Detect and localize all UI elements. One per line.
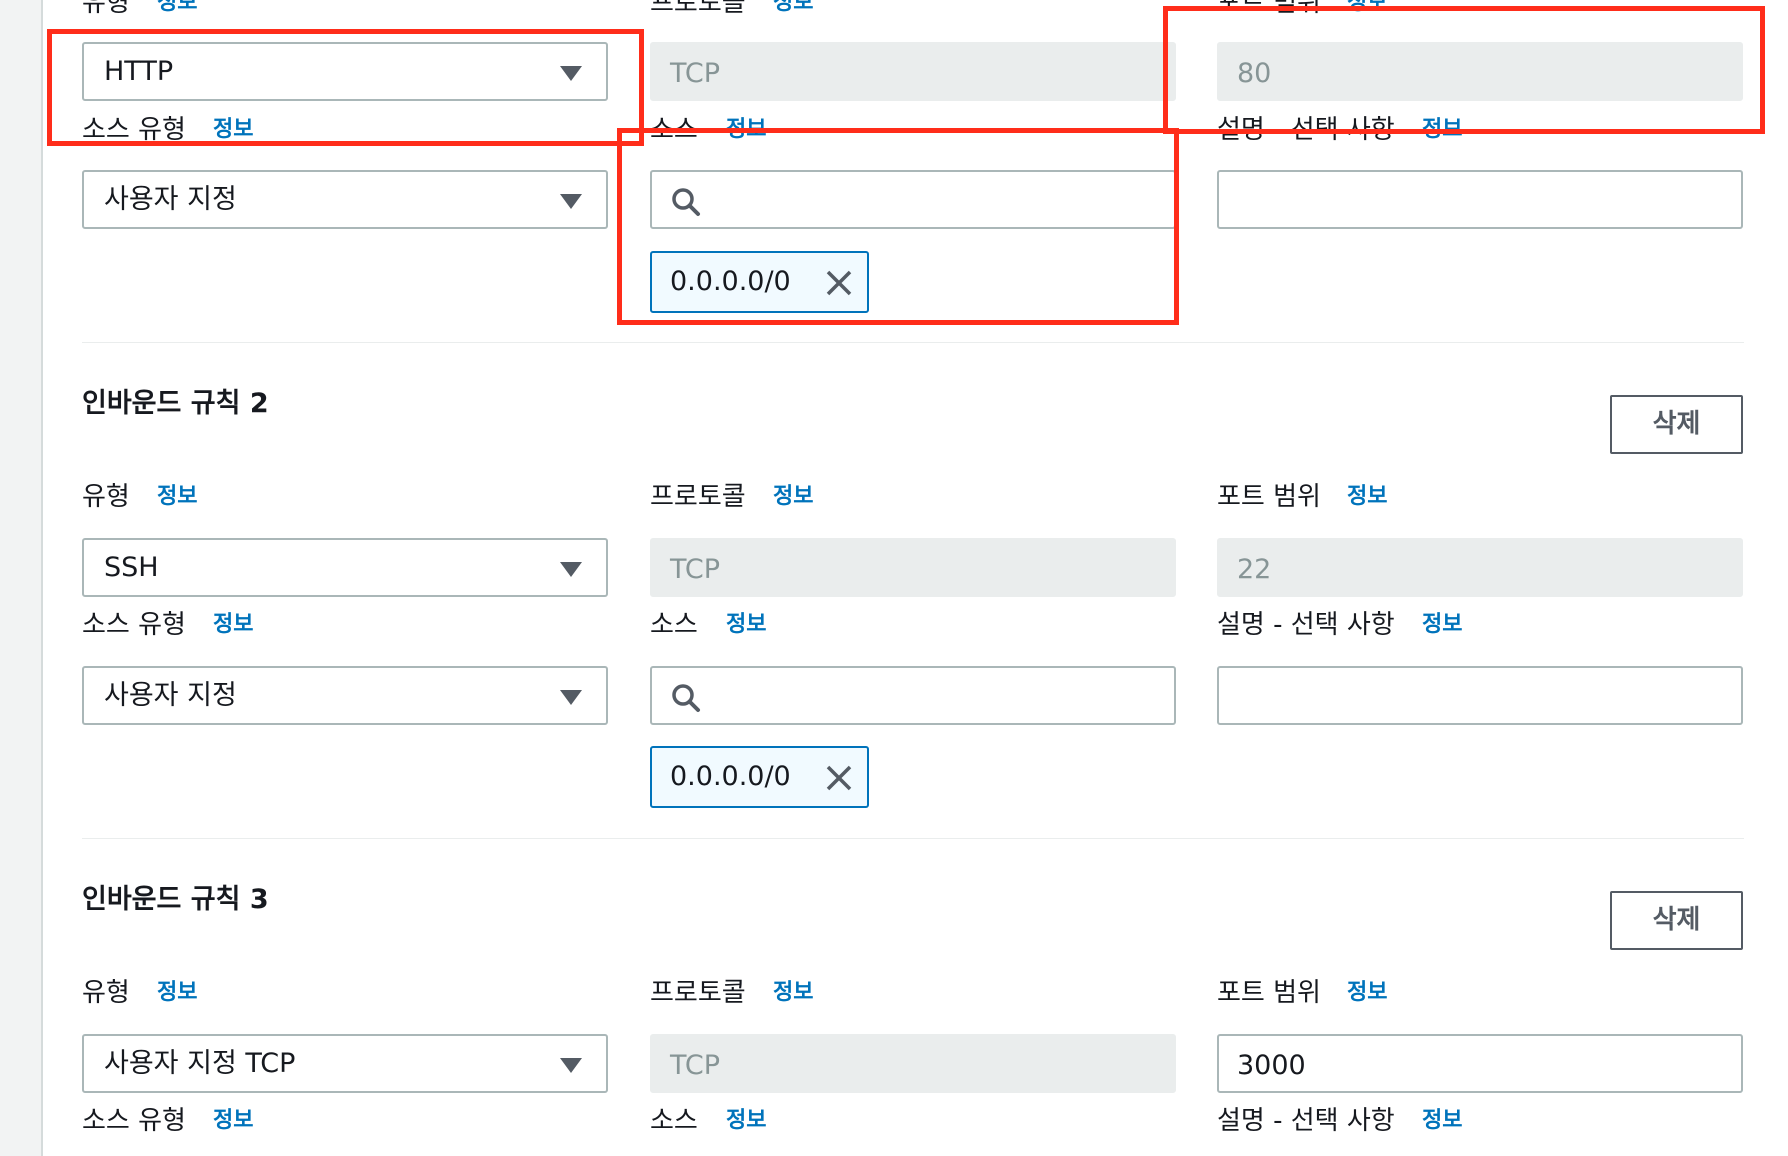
close-icon[interactable] bbox=[825, 764, 853, 792]
description-info-link[interactable]: 정보 bbox=[1422, 1106, 1462, 1136]
rule-title: 인바운드 규칙 2 bbox=[82, 388, 269, 419]
protocol-field: TCP bbox=[650, 1034, 1176, 1093]
protocol-label: 프로토콜 bbox=[650, 0, 746, 18]
protocol-label: 프로토콜 bbox=[650, 482, 746, 512]
description-label: 설명 - 선택 사항 bbox=[1217, 610, 1395, 640]
type-label: 유형 bbox=[82, 482, 130, 512]
port-range-label: 포트 범위 bbox=[1217, 482, 1321, 512]
protocol-value: TCP bbox=[670, 58, 721, 89]
port-range-input[interactable]: 3000 bbox=[1217, 1034, 1743, 1093]
source-token-value: 0.0.0.0/0 bbox=[670, 266, 791, 297]
protocol-info-link[interactable]: 정보 bbox=[773, 0, 813, 18]
type-select[interactable]: HTTP bbox=[82, 42, 608, 101]
caret-down-icon bbox=[560, 690, 582, 705]
source-type-label: 소스 유형 bbox=[82, 1106, 186, 1136]
type-select-value: 사용자 지정 TCP bbox=[104, 1048, 296, 1079]
caret-down-icon bbox=[560, 1058, 582, 1073]
caret-down-icon bbox=[560, 66, 582, 81]
source-search-input[interactable] bbox=[650, 170, 1176, 229]
description-input[interactable] bbox=[1217, 666, 1743, 725]
description-info-link[interactable]: 정보 bbox=[1422, 610, 1462, 640]
rule-title: 인바운드 규칙 3 bbox=[82, 884, 269, 915]
protocol-field: TCP bbox=[650, 538, 1176, 597]
port-range-label: 포트 범위 bbox=[1217, 0, 1321, 18]
source-type-select-value: 사용자 지정 bbox=[104, 184, 237, 215]
source-label: 소스 bbox=[650, 115, 698, 145]
description-label: 설명 - 선택 사항 bbox=[1217, 115, 1395, 145]
close-icon[interactable] bbox=[825, 269, 853, 297]
type-label: 유형 bbox=[82, 0, 130, 18]
delete-rule-button[interactable]: 삭제 bbox=[1610, 891, 1743, 950]
type-select-value: SSH bbox=[104, 552, 159, 583]
search-icon bbox=[672, 188, 700, 216]
source-token-value: 0.0.0.0/0 bbox=[670, 761, 791, 792]
source-info-link[interactable]: 정보 bbox=[726, 610, 766, 640]
protocol-label: 프로토콜 bbox=[650, 978, 746, 1008]
source-type-info-link[interactable]: 정보 bbox=[213, 1106, 253, 1136]
description-input[interactable] bbox=[1217, 170, 1743, 229]
type-info-link[interactable]: 정보 bbox=[157, 482, 197, 512]
port-range-value: 80 bbox=[1237, 58, 1272, 89]
protocol-value: TCP bbox=[670, 1050, 721, 1081]
caret-down-icon bbox=[560, 194, 582, 209]
port-range-info-link[interactable]: 정보 bbox=[1347, 0, 1387, 18]
port-range-field: 80 bbox=[1217, 42, 1743, 101]
protocol-info-link[interactable]: 정보 bbox=[773, 978, 813, 1008]
type-info-link[interactable]: 정보 bbox=[157, 978, 197, 1008]
source-type-select[interactable]: 사용자 지정 bbox=[82, 666, 608, 725]
source-search-input[interactable] bbox=[650, 666, 1176, 725]
type-info-link[interactable]: 정보 bbox=[157, 0, 197, 18]
source-type-info-link[interactable]: 정보 bbox=[213, 115, 253, 145]
description-info-link[interactable]: 정보 bbox=[1422, 115, 1462, 145]
port-range-info-link[interactable]: 정보 bbox=[1347, 978, 1387, 1008]
source-label: 소스 bbox=[650, 610, 698, 640]
type-select[interactable]: SSH bbox=[82, 538, 608, 597]
source-label: 소스 bbox=[650, 1106, 698, 1136]
delete-rule-button[interactable]: 삭제 bbox=[1610, 395, 1743, 454]
type-label: 유형 bbox=[82, 978, 130, 1008]
source-type-label: 소스 유형 bbox=[82, 115, 186, 145]
caret-down-icon bbox=[560, 562, 582, 577]
source-token: 0.0.0.0/0 bbox=[650, 251, 869, 313]
protocol-info-link[interactable]: 정보 bbox=[773, 482, 813, 512]
port-range-label: 포트 범위 bbox=[1217, 978, 1321, 1008]
source-type-info-link[interactable]: 정보 bbox=[213, 610, 253, 640]
source-type-select-value: 사용자 지정 bbox=[104, 680, 237, 711]
type-select-value: HTTP bbox=[104, 56, 174, 87]
search-icon bbox=[672, 684, 700, 712]
source-token: 0.0.0.0/0 bbox=[650, 746, 869, 808]
port-range-value: 22 bbox=[1237, 554, 1272, 585]
rule-divider bbox=[82, 342, 1744, 343]
port-range-info-link[interactable]: 정보 bbox=[1347, 482, 1387, 512]
source-info-link[interactable]: 정보 bbox=[726, 115, 766, 145]
protocol-field: TCP bbox=[650, 42, 1176, 101]
rule-divider bbox=[82, 838, 1744, 839]
source-type-select[interactable]: 사용자 지정 bbox=[82, 170, 608, 229]
port-range-value: 3000 bbox=[1237, 1050, 1306, 1081]
source-type-label: 소스 유형 bbox=[82, 610, 186, 640]
type-select[interactable]: 사용자 지정 TCP bbox=[82, 1034, 608, 1093]
protocol-value: TCP bbox=[670, 554, 721, 585]
port-range-field: 22 bbox=[1217, 538, 1743, 597]
source-info-link[interactable]: 정보 bbox=[726, 1106, 766, 1136]
description-label: 설명 - 선택 사항 bbox=[1217, 1106, 1395, 1136]
